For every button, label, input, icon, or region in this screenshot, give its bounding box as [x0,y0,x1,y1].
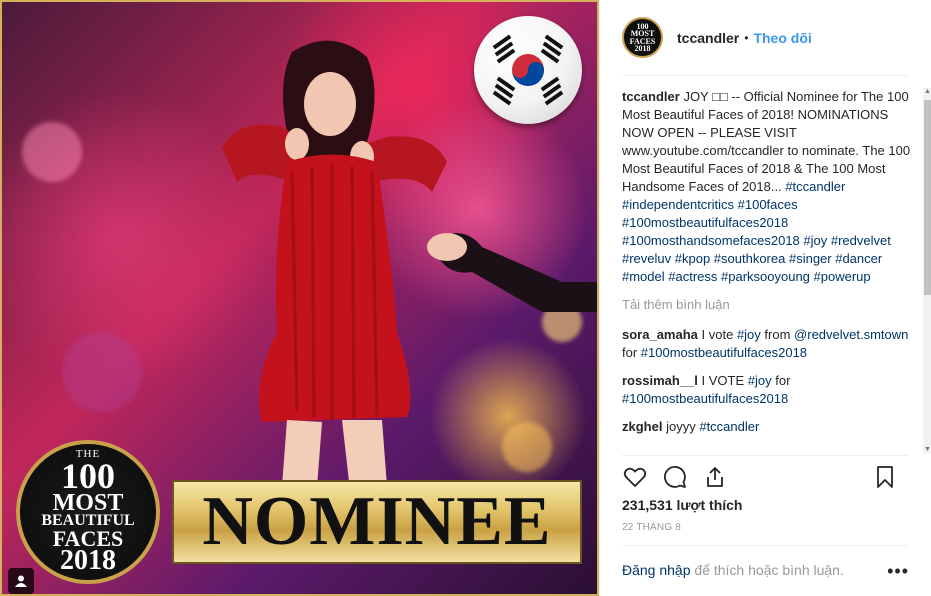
post-header: 100 MOST FACES 2018 tccandler • Theo dõi [600,0,931,75]
login-divider [622,545,909,546]
comments-list: tccandler JOY □□ -- Official Nominee for… [622,88,917,453]
caption-hashtag[interactable]: #independentcritics [622,197,738,212]
comment-hashtag[interactable]: #100mostbeautifulfaces2018 [641,345,807,360]
header-username[interactable]: tccandler [677,30,739,46]
post-image[interactable]: THE 100 MOST BEAUTIFUL FACES 2018 NOMINE… [0,0,599,596]
comment-hashtag[interactable]: #100mostbeautifulfaces2018 [622,391,788,406]
caption-text: JOY □□ -- Official Nominee for The 100 M… [622,89,911,194]
likes-count[interactable]: 231,531 lượt thích [622,497,742,513]
header-separator: • [744,30,749,45]
comment-username[interactable]: zkghel [622,419,662,434]
header-divider [622,75,909,76]
comment-hashtag[interactable]: #joy [748,373,772,388]
load-more-comments[interactable]: Tải thêm bình luận [622,296,917,314]
action-bar [622,460,912,494]
medal-most: MOST [52,489,124,516]
comment-hashtag[interactable]: #tccandler [699,419,759,434]
avatar[interactable]: 100 MOST FACES 2018 [622,17,663,58]
comment-text: I VOTE [701,373,745,388]
avatar-text: 100 MOST FACES 2018 [629,22,656,53]
comment-hashtag[interactable]: #joy [737,327,761,342]
caption-hashtag[interactable]: #dancer [835,251,882,266]
actions-divider [622,455,909,456]
south-korea-flag-badge [474,16,582,124]
caption-hashtag[interactable]: #model [622,269,668,284]
comment-text: I vote [701,327,734,342]
medal-number: 100 [61,456,115,497]
caption-hashtag[interactable]: #100mostbeautifulfaces2018 [622,215,788,230]
nominee-text: NOMINEE [202,483,552,560]
comment-text: for [775,373,791,388]
comment-text: joyyy [666,419,696,434]
nominee-banner: NOMINEE [172,480,582,564]
follow-button[interactable]: Theo dõi [753,30,811,46]
caption-hashtag[interactable]: #100mosthandsomefaces2018 [622,233,803,248]
background-dancer-arm [427,233,597,312]
post-date[interactable]: 22 THÁNG 8 [622,522,681,533]
login-prompt: Đăng nhập để thích hoặc bình luận. [622,562,844,578]
caption-hashtag[interactable]: #southkorea [714,251,789,266]
scroll-down-arrow-icon[interactable]: ▼ [924,446,931,453]
comments-scrollbar[interactable]: ▲ ▼ [923,88,931,453]
caption-hashtag[interactable]: #joy [803,233,830,248]
caption-hashtag[interactable]: #singer [789,251,835,266]
caption-hashtag[interactable]: #100faces [738,197,798,212]
scroll-up-arrow-icon[interactable]: ▲ [924,88,931,95]
scrollbar-thumb[interactable] [924,100,931,295]
comment-item: rossimah__l I VOTE #joy for #100mostbeau… [622,372,917,408]
caption: tccandler JOY □□ -- Official Nominee for… [622,88,917,286]
tagged-user-icon[interactable] [8,568,34,594]
comment-username[interactable]: rossimah__l [622,373,698,388]
bookmark-save-icon[interactable] [872,464,898,490]
medal-year: 2018 [60,545,116,577]
caption-hashtag[interactable]: #reveluv [622,251,675,266]
login-link[interactable]: Đăng nhập [622,562,691,578]
caption-username[interactable]: tccandler [622,89,680,104]
comment-item: sora_amaha I vote #joy from @redvelvet.s… [622,326,917,362]
comment-username[interactable]: sora_amaha [622,327,698,342]
caption-hashtag[interactable]: #powerup [814,269,871,284]
like-heart-icon[interactable] [622,464,648,490]
more-options-icon[interactable]: ••• [887,561,909,582]
comment-item: zkghel joyyy #tccandler [622,418,917,436]
share-icon[interactable] [702,464,728,490]
caption-hashtag[interactable]: #redvelvet [831,233,891,248]
caption-hashtag[interactable]: #tccandler [785,179,845,194]
comment-text: from [764,327,791,342]
comment-bubble-icon[interactable] [662,464,688,490]
post-sidebar: 100 MOST FACES 2018 tccandler • Theo dõi… [599,0,931,596]
caption-hashtags: #tccandler #independentcritics #100faces… [622,179,891,284]
login-rest: để thích hoặc bình luận. [694,562,844,578]
caption-hashtag[interactable]: #kpop [675,251,714,266]
comment-mention[interactable]: @redvelvet.smtown [794,327,908,342]
caption-hashtag[interactable]: #parksooyoung [721,269,814,284]
caption-hashtag[interactable]: #actress [668,269,721,284]
comment-text: for [622,345,638,360]
100-most-beautiful-faces-logo: THE 100 MOST BEAUTIFUL FACES 2018 [16,440,160,584]
